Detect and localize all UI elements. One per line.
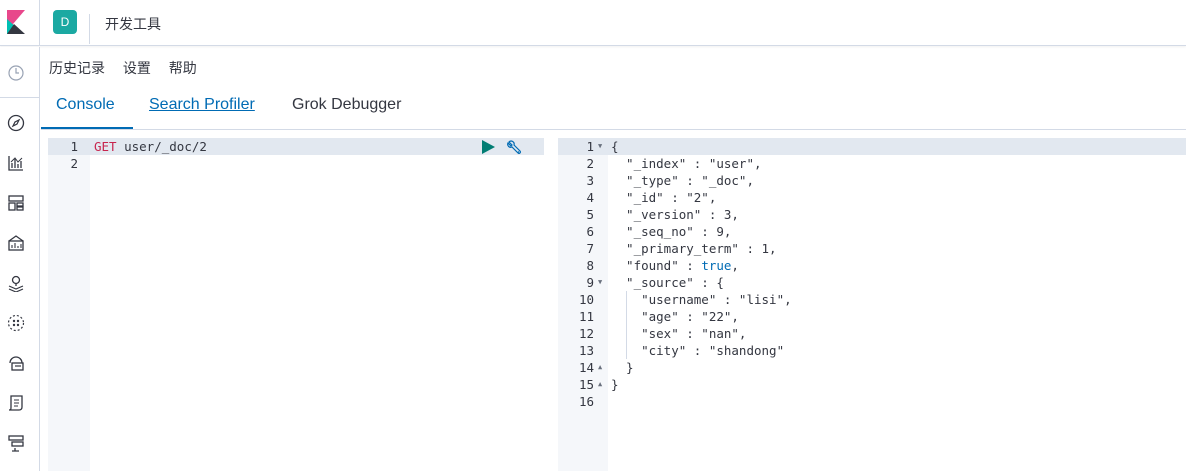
console-menu: 历史记录 设置 帮助 [49, 58, 211, 78]
settings-link[interactable]: 设置 [123, 60, 151, 76]
request-content[interactable] [90, 138, 544, 471]
response-line-number: 11 [578, 309, 594, 324]
breadcrumb: 开发工具 [105, 16, 161, 32]
logs-icon[interactable] [7, 394, 25, 412]
response-line-number: 6 [586, 224, 594, 239]
response-line-number: 4 [586, 190, 594, 205]
request-method: GET [94, 139, 117, 154]
found-value: true [701, 258, 732, 273]
response-line: "city" : "shandong" [611, 343, 785, 358]
response-line: "age" : "22", [611, 309, 739, 324]
ml-icon[interactable] [7, 314, 25, 332]
play-icon [482, 140, 495, 154]
response-line-number: 16 [578, 394, 594, 409]
response-line-number: 3 [586, 173, 594, 188]
compass-icon[interactable] [7, 114, 25, 132]
nav-divider [0, 97, 40, 98]
top-bar: D 开发工具 [0, 0, 1186, 46]
found-comma: , [731, 258, 739, 273]
help-link[interactable]: 帮助 [169, 60, 197, 76]
fold-open-icon[interactable]: ▼ [598, 278, 602, 286]
response-line: "_index" : "user", [611, 156, 762, 171]
response-line-number: 1 [586, 139, 594, 154]
response-line: "username" : "lisi", [611, 292, 792, 307]
response-line-number: 12 [578, 326, 594, 341]
response-editor[interactable]: 1 2 3 4 5 6 7 8 9 10 11 12 13 14 15 16 ▼… [558, 138, 1186, 471]
response-line: } [611, 360, 634, 375]
send-request-button[interactable] [481, 140, 495, 157]
response-line-number: 9 [586, 275, 594, 290]
response-line-number: 10 [578, 292, 594, 307]
response-line: "_primary_term" : 1, [611, 241, 777, 256]
wrench-icon [507, 140, 521, 154]
tab-console[interactable]: Console [56, 96, 115, 124]
maps-icon[interactable] [7, 274, 25, 292]
kibana-logo[interactable] [0, 0, 40, 46]
request-path: user/_doc/2 [124, 139, 207, 154]
fold-close-icon[interactable]: ▲ [598, 380, 602, 388]
request-line[interactable]: GET user/_doc/2 [94, 138, 207, 155]
visualize-icon[interactable] [7, 154, 25, 172]
request-options-button[interactable] [506, 140, 522, 159]
response-line-number: 5 [586, 207, 594, 222]
response-line: "_version" : 3, [611, 207, 739, 222]
response-line-number: 14 [578, 360, 594, 375]
response-line: "_seq_no" : 9, [611, 224, 732, 239]
response-line: "_source" : { [611, 275, 724, 290]
apm-icon[interactable] [7, 434, 25, 452]
request-gutter [48, 138, 90, 471]
request-editor[interactable]: 1 2 GET user/_doc/2 [48, 138, 544, 471]
clock-icon[interactable] [7, 64, 25, 82]
request-line-number: 2 [70, 156, 78, 171]
response-line: "sex" : "nan", [611, 326, 747, 341]
dashboard-icon[interactable] [7, 194, 25, 212]
response-line-number: 8 [586, 258, 594, 273]
found-key: "found" : [611, 258, 702, 273]
infrastructure-icon[interactable] [7, 354, 25, 372]
devtools-tabs: Console Search Profiler Grok Debugger [41, 88, 1186, 130]
response-line: "_id" : "2", [611, 190, 717, 205]
space-avatar[interactable]: D [53, 10, 77, 34]
response-line-number: 7 [586, 241, 594, 256]
tab-search-profiler[interactable]: Search Profiler [149, 96, 255, 124]
history-link[interactable]: 历史记录 [49, 60, 105, 76]
fold-close-icon[interactable]: ▲ [598, 363, 602, 371]
header-divider [89, 14, 90, 44]
response-line: "_type" : "_doc", [611, 173, 754, 188]
response-line-number: 13 [578, 343, 594, 358]
response-line: "found" : true, [611, 257, 739, 274]
tab-grok-debugger[interactable]: Grok Debugger [292, 96, 401, 124]
fold-open-icon[interactable]: ▼ [598, 142, 602, 150]
response-line: { [611, 139, 619, 154]
response-line-number: 15 [578, 377, 594, 392]
request-line-number: 1 [70, 139, 78, 154]
canvas-icon[interactable] [7, 234, 25, 252]
response-active-line [558, 138, 1186, 155]
side-nav [0, 47, 40, 471]
active-tab-indicator [41, 127, 133, 129]
response-line: } [611, 377, 619, 392]
response-line-number: 2 [586, 156, 594, 171]
